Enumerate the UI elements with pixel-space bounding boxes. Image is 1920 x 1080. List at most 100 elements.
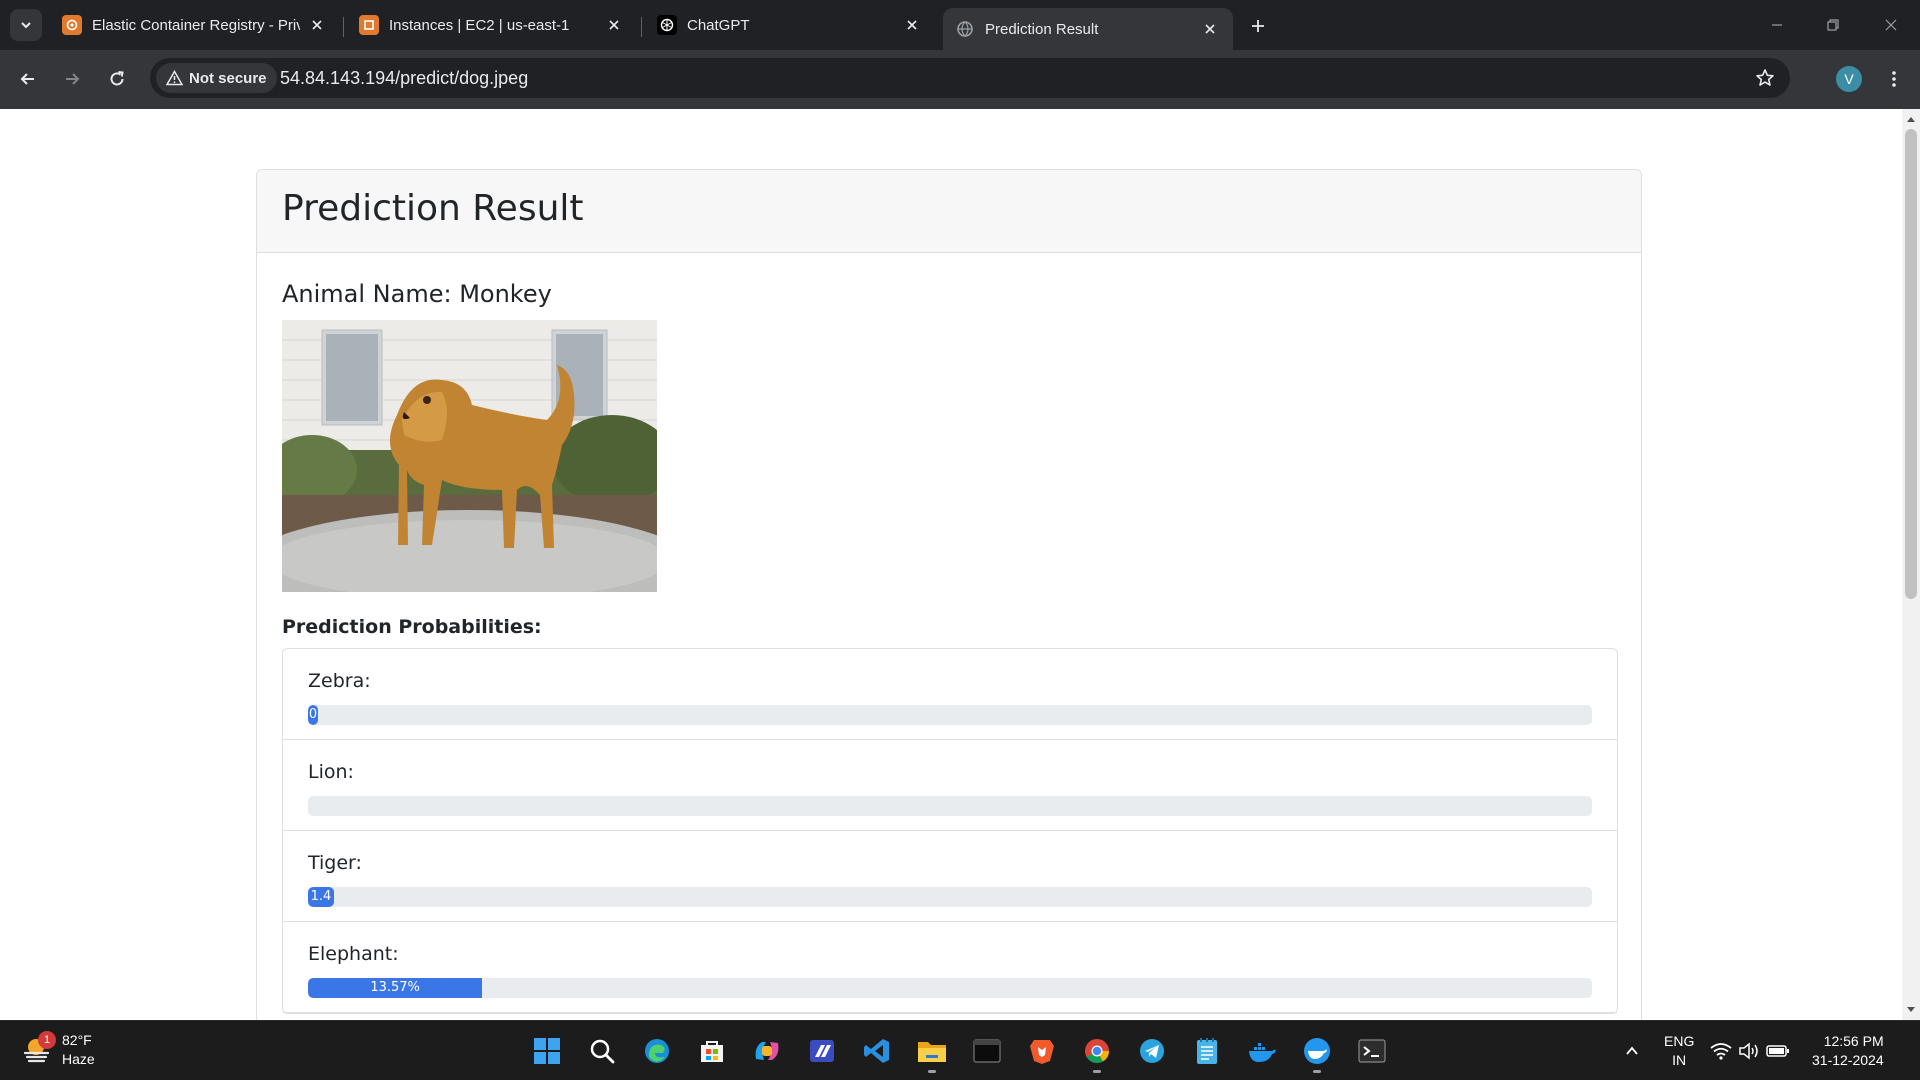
minimize-button[interactable]: [1762, 10, 1792, 40]
minimize-icon: [1772, 24, 1782, 26]
clock-time: 12:56 PM: [1823, 1033, 1884, 1049]
browser-menu-button[interactable]: [1880, 65, 1908, 93]
bookmark-button[interactable]: [1752, 65, 1778, 91]
security-chip[interactable]: Not secure: [156, 63, 277, 93]
tab-ec2[interactable]: Instances | EC2 | us-east-1: [347, 7, 637, 43]
progress-fill: 0: [308, 705, 318, 725]
restore-button[interactable]: [1818, 10, 1848, 40]
animal-name: Animal Name: Monkey: [282, 280, 552, 308]
aws-icon: [62, 15, 82, 35]
progress-track: 0: [308, 705, 1592, 725]
tab-strip: Elastic Container Registry - Private Ins…: [0, 0, 1920, 50]
vscode-icon[interactable]: [857, 1031, 897, 1071]
probabilities-list: Zebra: 0 Lion: Tiger: 1.4 Elephant: 13.5…: [282, 648, 1618, 1014]
terminal-icon[interactable]: [1352, 1031, 1392, 1071]
copilot-icon[interactable]: [747, 1031, 787, 1071]
weather-condition: Haze: [62, 1051, 95, 1067]
chatgpt-icon: [657, 15, 677, 35]
weather-widget[interactable]: 1 82°F Haze: [22, 1031, 95, 1069]
tab-search-button[interactable]: [10, 9, 42, 41]
language-code: ENG: [1664, 1033, 1695, 1049]
windows-start-icon[interactable]: [527, 1031, 567, 1071]
page-scrollbar[interactable]: [1902, 109, 1920, 1020]
page-viewport: Prediction Result Animal Name: Monkey Pr…: [0, 109, 1902, 1020]
battery-icon[interactable]: [1764, 1031, 1792, 1071]
weather-text: 82°F Haze: [62, 1031, 95, 1069]
docker-icon[interactable]: [1242, 1031, 1282, 1071]
progress-value: 1.4: [310, 889, 332, 904]
tab-divider: [343, 17, 344, 37]
volume-icon[interactable]: [1736, 1031, 1762, 1071]
progress-value: 0: [308, 707, 318, 722]
microsoft-store-icon[interactable]: [692, 1031, 732, 1071]
close-icon[interactable]: [1199, 18, 1221, 40]
clock-date: 31-12-2024: [1812, 1052, 1884, 1068]
progress-value: 13.57%: [370, 980, 420, 995]
profile-avatar[interactable]: V: [1836, 66, 1862, 92]
close-icon[interactable]: [306, 14, 328, 36]
haze-icon: 1: [22, 1031, 56, 1065]
star-icon: [1756, 69, 1774, 86]
tab-chatgpt[interactable]: ChatGPT: [645, 7, 935, 43]
progress-fill: 1.4: [308, 887, 334, 907]
chrome-icon[interactable]: [1077, 1031, 1117, 1073]
edge-icon[interactable]: [637, 1031, 677, 1071]
list-item-tiger: Tiger: 1.4: [283, 831, 1617, 922]
search-icon[interactable]: [582, 1031, 622, 1071]
back-button[interactable]: [12, 63, 44, 95]
globe-icon: [955, 19, 975, 39]
list-item-lion: Lion:: [283, 740, 1617, 831]
tab-title: Instances | EC2 | us-east-1: [389, 16, 570, 34]
running-indicator: [1313, 1070, 1321, 1073]
probability-label: Zebra:: [308, 670, 371, 692]
address-bar[interactable]: Not secure 54.84.143.194/predict/dog.jpe…: [150, 58, 1790, 98]
running-indicator: [1093, 1070, 1101, 1073]
new-tab-button[interactable]: [1244, 12, 1272, 40]
progress-track: 1.4: [308, 887, 1592, 907]
running-indicator: [928, 1070, 936, 1073]
card-body: Animal Name: Monkey Prediction Probabili…: [257, 253, 1641, 1020]
brave-icon[interactable]: [1022, 1031, 1062, 1071]
result-card: Prediction Result Animal Name: Monkey Pr…: [256, 169, 1642, 1020]
progress-track: 13.57%: [308, 978, 1592, 998]
progress-fill: 13.57%: [308, 978, 483, 998]
language-region: IN: [1672, 1052, 1687, 1068]
arrow-left-icon: [20, 73, 34, 85]
docker-icon[interactable]: [1297, 1031, 1337, 1073]
dog-photo: [282, 320, 657, 592]
scroll-down-icon[interactable]: [1906, 1005, 1916, 1015]
file-explorer-icon[interactable]: [912, 1031, 952, 1073]
tab-ecr[interactable]: Elastic Container Registry - Private: [50, 7, 340, 43]
close-window-button[interactable]: [1876, 10, 1906, 40]
browser-toolbar: Not secure 54.84.143.194/predict/dog.jpe…: [0, 50, 1920, 109]
plus-icon: [1252, 20, 1264, 32]
card-header: Prediction Result: [257, 170, 1641, 253]
system-clock[interactable]: 12:56 PM 31-12-2024: [1812, 1021, 1884, 1080]
weather-temp: 82°F: [62, 1032, 92, 1048]
telegram-icon[interactable]: [1132, 1031, 1172, 1071]
close-icon[interactable]: [603, 14, 625, 36]
probability-label: Tiger:: [308, 852, 362, 874]
forward-button[interactable]: [56, 63, 88, 95]
aws-icon: [359, 15, 379, 35]
tab-title: ChatGPT: [687, 16, 750, 34]
security-label: Not secure: [189, 69, 267, 87]
url-text[interactable]: 54.84.143.194/predict/dog.jpeg: [280, 68, 528, 89]
windows-taskbar: 1 82°F Haze ENG IN 12:56 PM 31-12-2024: [0, 1020, 1920, 1080]
notepad-icon[interactable]: [1187, 1031, 1227, 1071]
progress-track: [308, 796, 1592, 816]
close-icon[interactable]: [901, 14, 923, 36]
scroll-thumb[interactable]: [1905, 129, 1917, 599]
language-indicator[interactable]: ENG IN: [1664, 1021, 1694, 1080]
wifi-icon[interactable]: [1708, 1031, 1734, 1071]
tab-prediction-result[interactable]: Prediction Result: [943, 8, 1233, 50]
more-vertical-icon: [1892, 71, 1896, 87]
warning-icon: [166, 70, 183, 86]
tab-title: Prediction Result: [985, 20, 1099, 38]
terminal-icon[interactable]: [967, 1031, 1007, 1071]
chevron-up-icon[interactable]: [1612, 1031, 1652, 1071]
list-item-elephant: Elephant: 13.57%: [283, 922, 1617, 1013]
scroll-up-icon[interactable]: [1906, 114, 1916, 124]
visual-studio-icon[interactable]: [802, 1031, 842, 1071]
reload-button[interactable]: [101, 63, 133, 95]
